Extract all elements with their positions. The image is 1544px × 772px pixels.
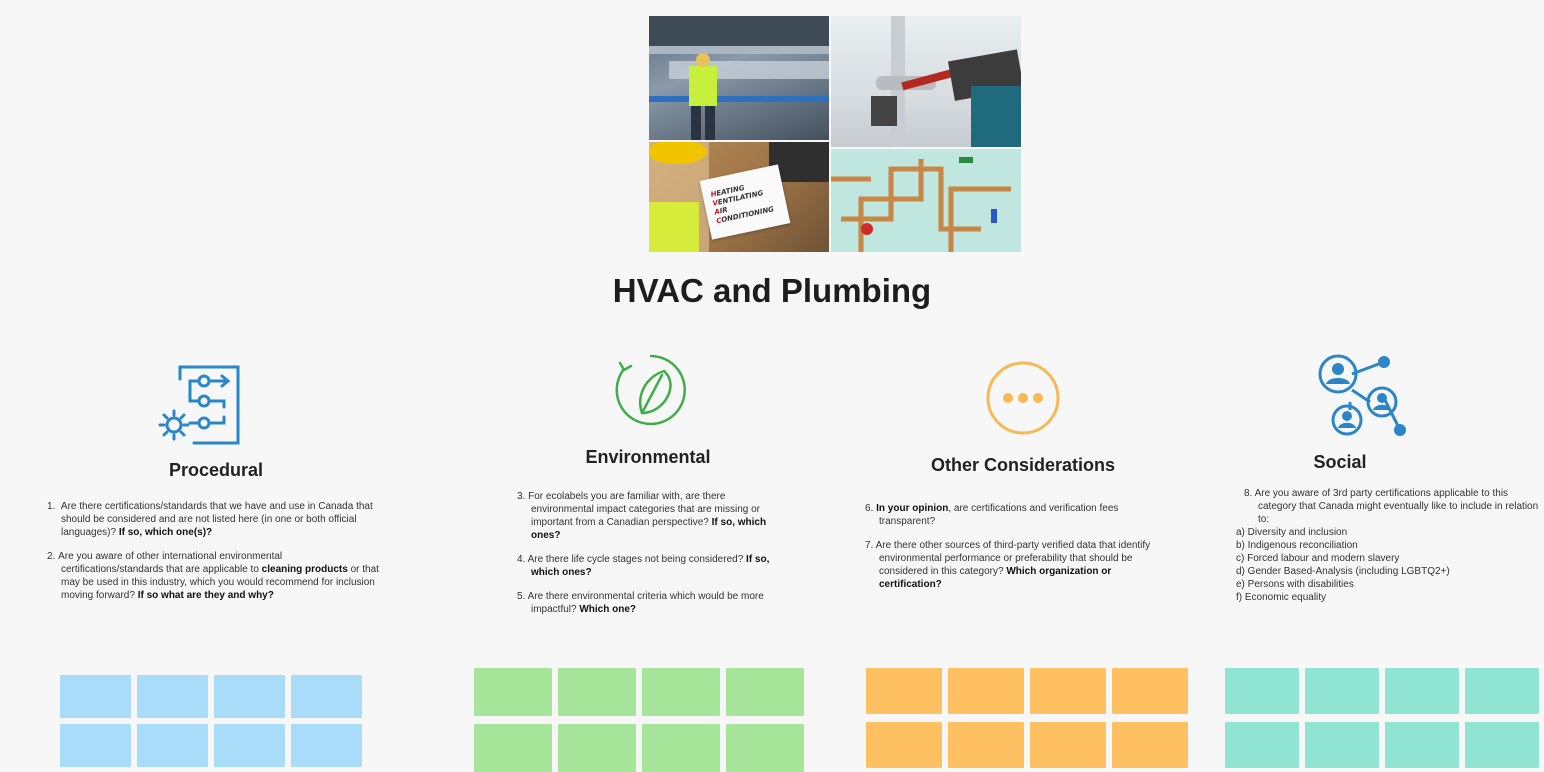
sticky-note[interactable] (948, 668, 1024, 714)
sticky-note[interactable] (474, 668, 552, 716)
question-6: 6. In your opinion, are certifications a… (865, 503, 1119, 527)
procedural-sticky-grid (60, 675, 362, 767)
sticky-note[interactable] (291, 675, 362, 718)
sticky-note[interactable] (291, 724, 362, 767)
sticky-note[interactable] (726, 668, 804, 716)
question-3: 3. For ecolabels you are familiar with, … (517, 491, 767, 541)
sticky-note[interactable] (1112, 722, 1188, 768)
collage-photo-copper-pipes (831, 149, 1021, 252)
social-item: e) Persons with disabilities (1236, 579, 1354, 590)
social-sticky-grid (1225, 668, 1539, 768)
social-item: b) Indigenous reconciliation (1236, 540, 1358, 551)
board-title: HVAC and Plumbing (612, 272, 932, 309)
sticky-note[interactable] (1465, 668, 1539, 714)
sticky-note[interactable] (866, 722, 942, 768)
question-2: 2. Are you aware of other international … (47, 551, 379, 601)
sticky-note[interactable] (558, 668, 636, 716)
sticky-note[interactable] (1225, 668, 1299, 714)
leaf-cycle-icon (612, 351, 690, 434)
sticky-note[interactable] (1385, 668, 1459, 714)
collage-photo-hvac-sign-worker: HEATING VENTILATING AIR CONDITIONING (649, 142, 829, 252)
sticky-note[interactable] (214, 675, 285, 718)
question-8: 8. Are you aware of 3rd party certificat… (1244, 488, 1539, 525)
other-considerations-heading: Other Considerations (930, 455, 1116, 475)
people-network-icon (1314, 350, 1410, 445)
social-item: c) Forced labour and modern slavery (1236, 553, 1400, 564)
sticky-note[interactable] (1030, 668, 1106, 714)
sticky-note[interactable] (726, 724, 804, 772)
sticky-note[interactable] (1030, 722, 1106, 768)
procedural-heading: Procedural (168, 460, 264, 480)
social-heading: Social (1313, 452, 1367, 472)
question-1: 1. Are there certifications/standards th… (47, 501, 373, 538)
sticky-note[interactable] (1225, 722, 1299, 768)
social-questions: 8. Are you aware of 3rd party certificat… (1236, 487, 1542, 604)
procedural-questions: 1. Are there certifications/standards th… (47, 500, 387, 613)
social-item: f) Economic equality (1236, 592, 1327, 603)
environmental-sticky-grid (474, 668, 804, 772)
sticky-note[interactable] (558, 724, 636, 772)
hvac-plumbing-collage[interactable]: HEATING VENTILATING AIR CONDITIONING (649, 16, 1021, 252)
sticky-note[interactable] (1305, 668, 1379, 714)
sticky-note[interactable] (60, 724, 131, 767)
sticky-note[interactable] (1112, 668, 1188, 714)
sticky-note[interactable] (474, 724, 552, 772)
sticky-note[interactable] (948, 722, 1024, 768)
sticky-note[interactable] (60, 675, 131, 718)
sticky-note[interactable] (137, 675, 208, 718)
environmental-heading: Environmental (585, 447, 711, 467)
sticky-note[interactable] (1385, 722, 1459, 768)
other-sticky-grid (866, 668, 1188, 768)
question-4: 4. Are there life cycle stages not being… (517, 554, 770, 578)
whiteboard-canvas[interactable]: HEATING VENTILATING AIR CONDITIONING HVA… (0, 0, 1544, 772)
other-considerations-questions: 6. In your opinion, are certifications a… (865, 502, 1175, 602)
question-5: 5. Are there environmental criteria whic… (517, 591, 764, 615)
sticky-note[interactable] (137, 724, 208, 767)
sticky-note[interactable] (1305, 722, 1379, 768)
sticky-note[interactable] (642, 668, 720, 716)
process-flow-icon (154, 361, 242, 454)
collage-photo-ductwork-worker (649, 16, 829, 140)
sticky-note[interactable] (866, 668, 942, 714)
social-item: d) Gender Based-Analysis (including LGBT… (1236, 566, 1450, 577)
question-7: 7. Are there other sources of third-part… (865, 540, 1151, 590)
collage-photo-pipe-wrench (831, 16, 1021, 147)
sticky-note[interactable] (214, 724, 285, 767)
sticky-note[interactable] (1465, 722, 1539, 768)
sticky-note[interactable] (642, 724, 720, 772)
social-item: a) Diversity and inclusion (1236, 527, 1348, 538)
more-dots-icon (984, 359, 1062, 442)
environmental-questions: 3. For ecolabels you are familiar with, … (517, 490, 782, 627)
